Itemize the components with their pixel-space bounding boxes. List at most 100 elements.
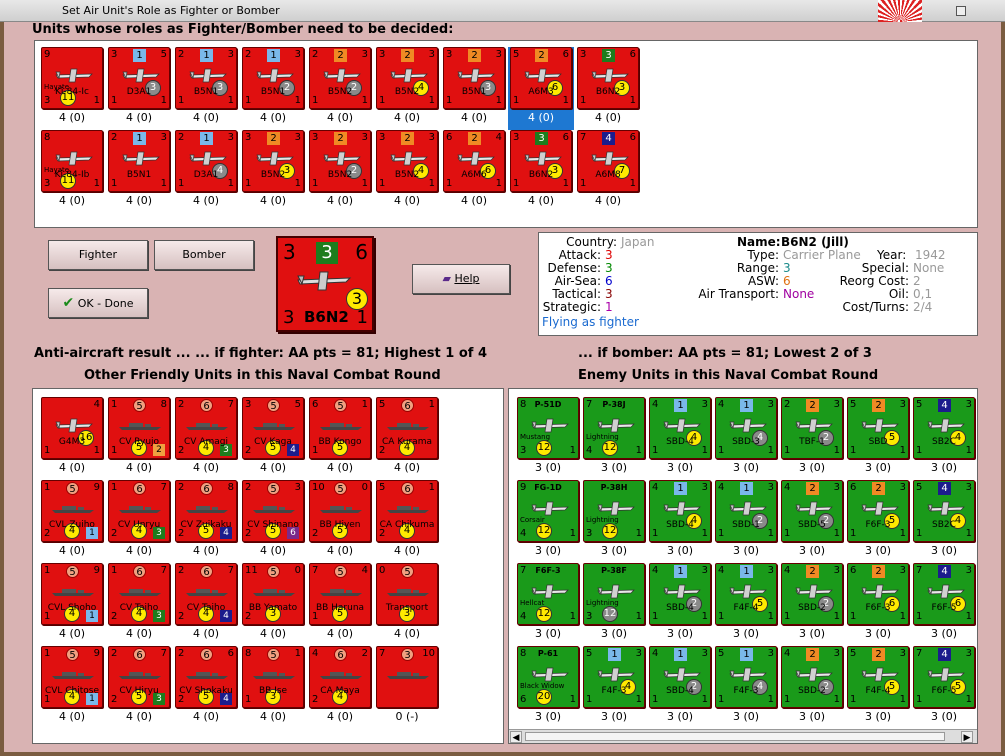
friendly-unit[interactable]: 3 5 5 5 4 CV Kaga 2 4 (0) bbox=[240, 397, 306, 480]
help-button[interactable]: ▰ Help bbox=[412, 264, 510, 294]
friendly-unit[interactable]: 5 6 1 4 CA Chikuma 2 4 (0) bbox=[374, 480, 440, 563]
unit-counter[interactable]: 6 2 4 6 A6M6 1 1 bbox=[443, 130, 505, 192]
unit-counter[interactable]: 2 2 3 2 B5N2 1 1 bbox=[309, 47, 371, 109]
unit-counter[interactable]: 7 4 3 5 F6F-5 1 1 bbox=[913, 646, 975, 708]
unit-counter[interactable]: 4 1 3 4 SBD-4 1 1 bbox=[649, 480, 711, 542]
enemy-unit[interactable]: 8 Mustang 12 P-51D 3 1 3 (0) bbox=[515, 397, 581, 480]
pending-unit[interactable]: 3 2 3 3 B5N2 1 1 4 (0) bbox=[240, 130, 306, 213]
unit-counter[interactable]: 2 1 3 2 B5N1 1 1 bbox=[242, 47, 304, 109]
unit-counter[interactable]: 7 5 4 5 BB Haruna 1 bbox=[309, 563, 371, 625]
enemy-unit[interactable]: 5 1 3 4 F4F-3 1 1 3 (0) bbox=[581, 646, 647, 729]
pending-unit[interactable]: 2 1 3 2 B5N1 1 1 4 (0) bbox=[240, 47, 306, 130]
unit-counter[interactable]: 5 6 1 4 CA Chikuma 2 bbox=[376, 480, 438, 542]
unit-counter[interactable]: 3 1 5 3 D3A1 1 1 bbox=[108, 47, 170, 109]
pending-unit[interactable]: 8 Hayate 11 Ki-84-Ib 3 1 4 (0) bbox=[39, 130, 105, 213]
enemy-unit[interactable]: 5 4 3 4 SB2C 1 1 3 (0) bbox=[911, 480, 977, 563]
pending-unit[interactable]: 3 2 3 4 B5N2 1 1 4 (0) bbox=[374, 130, 440, 213]
pending-unit[interactable]: 6 2 4 6 A6M6 1 1 4 (0) bbox=[441, 130, 507, 213]
pending-unit[interactable]: 2 1 3 B5N1 1 1 4 (0) bbox=[106, 130, 172, 213]
pending-unit[interactable]: 7 4 6 7 A6M8 1 1 4 (0) bbox=[575, 130, 641, 213]
pending-unit[interactable]: 3 3 6 3 B6N2 1 1 4 (0) bbox=[508, 130, 574, 213]
unit-counter[interactable]: 4 16 G4M3 1 1 bbox=[41, 397, 103, 459]
friendly-unit[interactable]: 11 5 0 3 BB Yamato 2 4 (0) bbox=[240, 563, 306, 646]
unit-counter[interactable]: 4 1 3 4 SBD-4 1 1 bbox=[649, 397, 711, 459]
enemy-unit[interactable]: 8 Black Widow 20 P-61 6 1 3 (0) bbox=[515, 646, 581, 729]
unit-counter[interactable]: 5 6 1 4 CA Kurama 2 bbox=[376, 397, 438, 459]
enemy-unit[interactable]: 6 2 3 5 F6F-3 1 1 3 (0) bbox=[845, 480, 911, 563]
unit-counter[interactable]: 1 6 7 4 3 CV Taiho 2 bbox=[108, 563, 170, 625]
unit-counter[interactable]: 2 1 3 B5N1 1 1 bbox=[108, 130, 170, 192]
pending-unit[interactable]: 2 1 3 4 D3A1 1 1 4 (0) bbox=[173, 130, 239, 213]
unit-counter[interactable]: 2 1 3 4 D3A1 1 1 bbox=[175, 130, 237, 192]
unit-counter[interactable]: 3 2 3 3 B5N1 1 1 bbox=[443, 47, 505, 109]
unit-counter[interactable]: 2 1 3 3 B5N1 1 1 bbox=[175, 47, 237, 109]
unit-counter[interactable]: 4 2 3 2 SBD-2 1 1 bbox=[781, 646, 843, 708]
unit-counter[interactable]: 2 6 8 5 4 CV Zuikaku 2 bbox=[175, 480, 237, 542]
enemy-unit[interactable]: Lightning 12 P-38F 3 1 3 (0) bbox=[581, 563, 647, 646]
unit-counter[interactable]: 5 4 3 4 SB2C 1 1 bbox=[913, 480, 975, 542]
friendly-unit[interactable]: 2 6 6 5 4 CV Shokaku 2 4 (0) bbox=[173, 646, 239, 729]
unit-counter[interactable]: 5 2 3 5 F4F-4 1 1 bbox=[847, 646, 909, 708]
enemy-unit[interactable]: 4 2 3 2 SBD-5 1 1 3 (0) bbox=[779, 480, 845, 563]
pending-unit[interactable]: 9 Hayate 11 Ki-84-Ic 3 1 4 (0) bbox=[39, 47, 105, 130]
unit-counter[interactable]: 1 5 8 5 2 CV Ryujo 1 bbox=[108, 397, 170, 459]
unit-counter[interactable]: 5 4 3 4 SB2C 1 1 bbox=[913, 397, 975, 459]
friendly-unit[interactable]: 0 5 3 Transport 4 (0) bbox=[374, 563, 440, 646]
pending-unit[interactable]: 2 1 3 3 B5N1 1 1 4 (0) bbox=[173, 47, 239, 130]
unit-counter[interactable]: 5 2 3 5 SBD 1 1 bbox=[847, 397, 909, 459]
enemy-horizontal-scrollbar[interactable]: ◀ ▶ bbox=[509, 729, 977, 743]
friendly-unit[interactable]: 7 3 10 0 (-) bbox=[374, 646, 440, 729]
unit-counter[interactable]: 5 1 3 4 F4F-3 1 1 bbox=[583, 646, 645, 708]
unit-counter[interactable]: 7 Hellcat 12 F6F-3 4 1 bbox=[517, 563, 579, 625]
enemy-unit[interactable]: 4 1 3 5 F4F-4 1 1 3 (0) bbox=[713, 563, 779, 646]
friendly-unit[interactable]: 1 5 8 5 2 CV Ryujo 1 4 (0) bbox=[106, 397, 172, 480]
unit-counter[interactable]: 3 3 6 3 B6N2 1 1 bbox=[510, 130, 572, 192]
unit-counter[interactable]: 9 Hayate 11 Ki-84-Ic 3 1 bbox=[41, 47, 103, 109]
unit-counter[interactable]: 7 3 10 bbox=[376, 646, 438, 708]
unit-counter[interactable]: 4 1 3 5 F4F-4 1 1 bbox=[715, 563, 777, 625]
unit-counter[interactable]: Lightning 12 P-38H 3 1 bbox=[583, 480, 645, 542]
enemy-unit[interactable]: 4 1 3 2 SBD-4 1 1 3 (0) bbox=[647, 646, 713, 729]
enemy-unit[interactable]: 2 2 3 2 TBF-1 1 1 3 (0) bbox=[779, 397, 845, 480]
enemy-unit[interactable]: 4 1 3 4 SBD-3 1 1 3 (0) bbox=[713, 397, 779, 480]
scroll-left-icon[interactable]: ◀ bbox=[510, 731, 522, 743]
unit-counter[interactable]: 3 2 3 3 B5N2 1 1 bbox=[242, 130, 304, 192]
pending-unit[interactable]: 3 1 5 3 D3A1 1 1 4 (0) bbox=[106, 47, 172, 130]
pending-unit[interactable]: 3 2 3 4 B5N2 1 1 4 (0) bbox=[374, 47, 440, 130]
unit-counter[interactable]: 2 6 6 5 4 CV Shokaku 2 bbox=[175, 646, 237, 708]
unit-counter[interactable]: 3 2 3 2 B5N2 1 1 bbox=[309, 130, 371, 192]
unit-counter[interactable]: 9 Corsair 12 FG-1D 4 1 bbox=[517, 480, 579, 542]
unit-counter[interactable]: 1 5 9 4 1 CVL Zuiho 2 bbox=[41, 480, 103, 542]
friendly-unit[interactable]: 2 6 7 4 3 CV Amagi 2 4 (0) bbox=[173, 397, 239, 480]
enemy-unit[interactable]: 9 Corsair 12 FG-1D 4 1 3 (0) bbox=[515, 480, 581, 563]
pending-unit[interactable]: 5 2 6 6 A6M3 1 1 4 (0) bbox=[508, 47, 574, 130]
friendly-unit[interactable]: 10 5 0 5 BB Hiyen 2 4 (0) bbox=[307, 480, 373, 563]
unit-counter[interactable]: 6 2 3 5 F6F-3 1 1 bbox=[847, 480, 909, 542]
pending-unit[interactable]: 3 2 3 3 B5N1 1 1 4 (0) bbox=[441, 47, 507, 130]
unit-counter[interactable]: Lightning 12 P-38F 3 1 bbox=[583, 563, 645, 625]
unit-counter[interactable]: 11 5 0 3 BB Yamato 2 bbox=[242, 563, 304, 625]
scroll-right-icon[interactable]: ▶ bbox=[961, 731, 973, 743]
unit-counter[interactable]: 2 5 3 5 6 CV Shinano 2 bbox=[242, 480, 304, 542]
unit-counter[interactable]: 1 5 9 4 1 CVL Shoho 1 bbox=[41, 563, 103, 625]
enemy-unit[interactable]: 4 1 3 4 SBD-4 1 1 3 (0) bbox=[647, 480, 713, 563]
unit-counter[interactable]: 4 6 2 4 CA Maya 2 bbox=[309, 646, 371, 708]
unit-counter[interactable]: 1 5 9 4 1 CVL Chitose 1 bbox=[41, 646, 103, 708]
unit-counter[interactable]: 4 1 3 2 SBD-1 1 1 bbox=[715, 480, 777, 542]
enemy-unit[interactable]: 4 2 3 2 SBD-2 1 1 3 (0) bbox=[779, 563, 845, 646]
unit-counter[interactable]: 3 2 3 4 B5N2 1 1 bbox=[376, 47, 438, 109]
unit-counter[interactable]: 7 4 3 6 F6F-5 1 1 bbox=[913, 563, 975, 625]
enemy-unit[interactable]: 5 1 3 4 F4F-3 1 1 3 (0) bbox=[713, 646, 779, 729]
friendly-unit[interactable]: 2 6 7 4 4 CV Taiho 2 4 (0) bbox=[173, 563, 239, 646]
enemy-unit[interactable]: 7 4 3 5 F6F-5 1 1 3 (0) bbox=[911, 646, 977, 729]
scroll-thumb[interactable] bbox=[525, 732, 945, 741]
unit-counter[interactable]: 8 Hayate 11 Ki-84-Ib 3 1 bbox=[41, 130, 103, 192]
friendly-unit[interactable]: 1 5 9 4 1 CVL Chitose 1 4 (0) bbox=[39, 646, 105, 729]
unit-counter[interactable]: 4 1 3 2 SBD-4 1 1 bbox=[649, 646, 711, 708]
window-control-button[interactable] bbox=[956, 6, 966, 16]
unit-counter[interactable]: 5 1 3 4 F4F-3 1 1 bbox=[715, 646, 777, 708]
pending-unit[interactable]: 3 3 6 3 B6N2 1 1 4 (0) bbox=[575, 47, 641, 130]
unit-counter[interactable]: 7 Lightning 12 P-38J 4 1 bbox=[583, 397, 645, 459]
enemy-unit[interactable]: 5 2 3 5 F4F-4 1 1 3 (0) bbox=[845, 646, 911, 729]
unit-counter[interactable]: 0 5 3 Transport bbox=[376, 563, 438, 625]
